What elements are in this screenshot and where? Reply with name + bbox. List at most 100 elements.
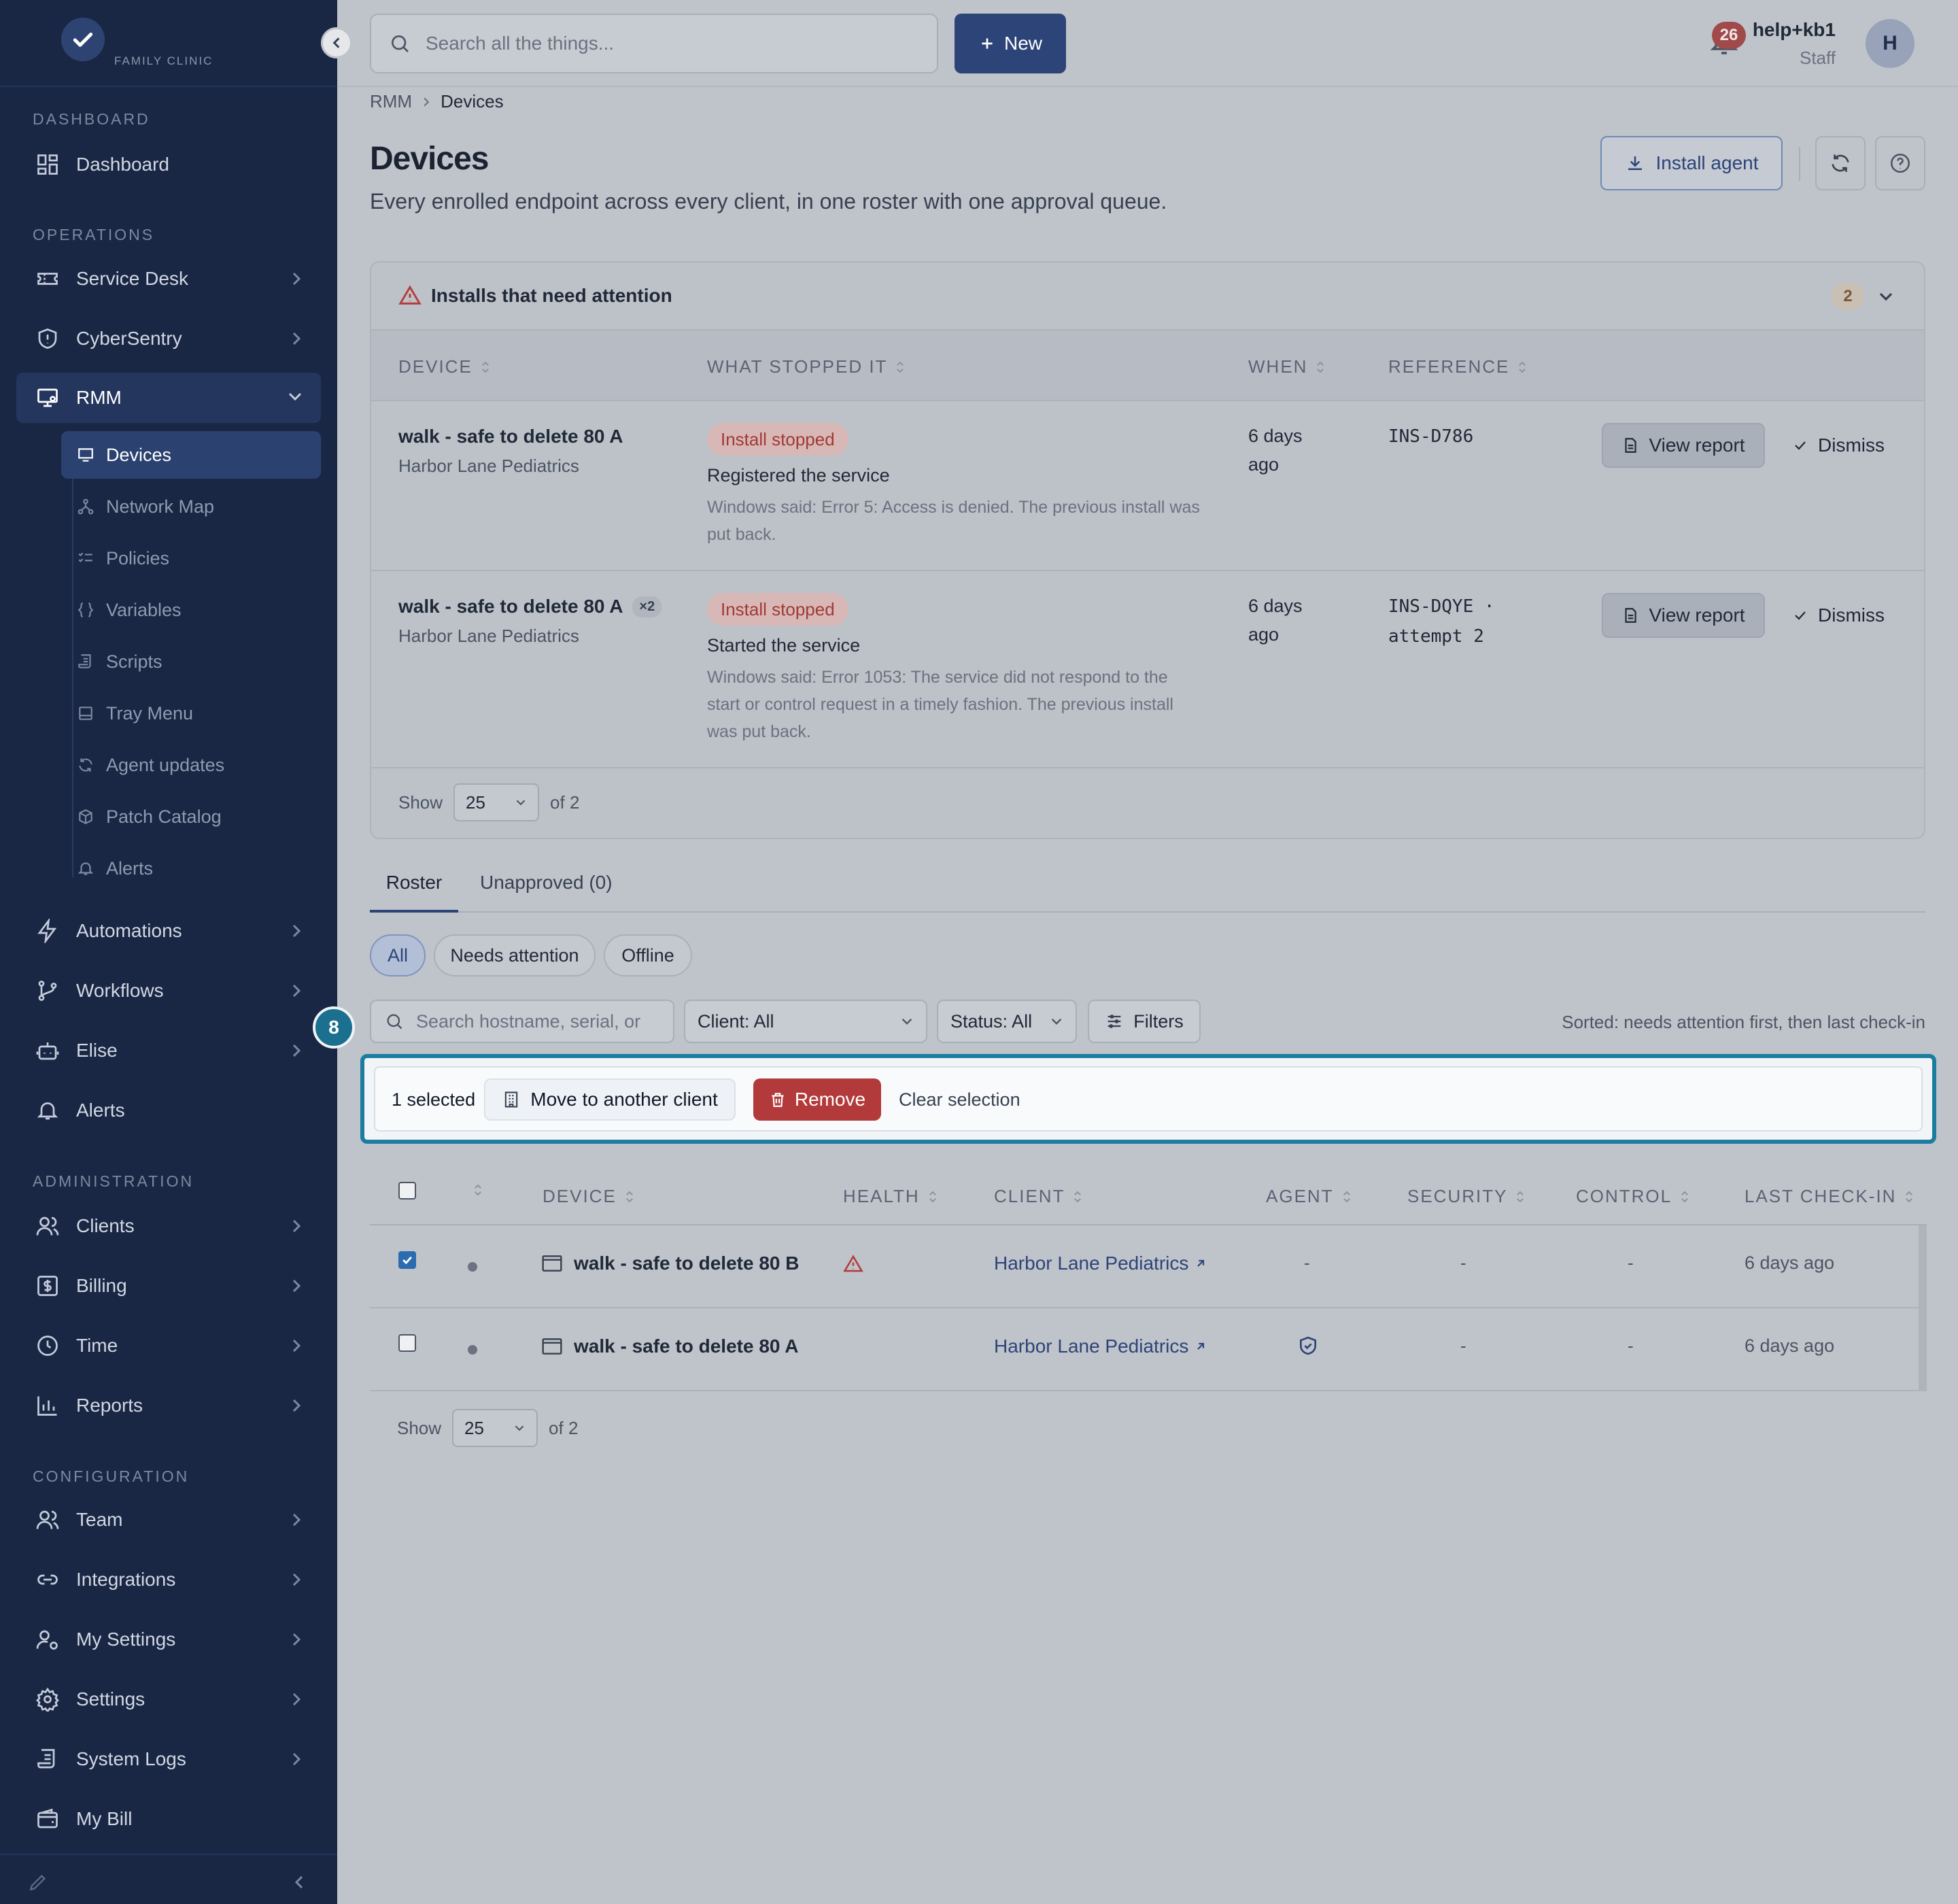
- sidebar-subitem-network-map[interactable]: Network Map: [61, 483, 321, 530]
- column-device[interactable]: DEVICE: [398, 356, 490, 377]
- view-report-button[interactable]: View report: [1602, 593, 1765, 638]
- view-report-button[interactable]: View report: [1602, 423, 1765, 468]
- sidebar-item-my-settings[interactable]: My Settings: [16, 1614, 321, 1665]
- sidebar-item-clients[interactable]: Clients: [16, 1201, 321, 1251]
- sidebar-item-workflows[interactable]: Workflows: [16, 966, 321, 1016]
- control-value: -: [1628, 1253, 1634, 1273]
- sidebar-item-settings[interactable]: Settings: [16, 1674, 321, 1724]
- security-value: -: [1460, 1336, 1466, 1356]
- sidebar-item-billing[interactable]: Billing: [16, 1261, 321, 1311]
- user-name[interactable]: help+kb1: [1753, 19, 1836, 41]
- sidebar-item-dashboard[interactable]: Dashboard: [16, 139, 321, 190]
- column-when[interactable]: WHEN: [1248, 356, 1325, 377]
- sidebar-subitem-label: Policies: [106, 547, 170, 568]
- sidebar-item-reports[interactable]: Reports: [16, 1380, 321, 1431]
- sidebar-subitem-tray-menu[interactable]: Tray Menu: [61, 690, 321, 737]
- column-label: WHEN: [1248, 356, 1308, 377]
- move-to-client-button[interactable]: Move to another client: [484, 1078, 736, 1121]
- roster-device-name[interactable]: walk - safe to delete 80 B: [541, 1253, 799, 1274]
- sidebar-item-label: Clients: [76, 1215, 135, 1236]
- sidebar-item-alerts[interactable]: Alerts: [16, 1085, 321, 1136]
- sidebar-item-service-desk[interactable]: Service Desk: [16, 254, 321, 304]
- select-all-checkbox[interactable]: [398, 1182, 416, 1200]
- column-client[interactable]: CLIENT: [994, 1186, 1082, 1207]
- filter-chip-needs-attention[interactable]: Needs attention: [434, 934, 596, 976]
- last-checkin-value: 6 days ago: [1745, 1336, 1835, 1356]
- sidebar-subitem-patch-catalog[interactable]: Patch Catalog: [61, 793, 321, 840]
- list-check-icon: [76, 549, 95, 568]
- pencil-icon[interactable]: [27, 1871, 49, 1893]
- table-row[interactable]: walk - safe to delete 80 A Harbor Lane P…: [370, 1308, 1927, 1391]
- status-filter-select[interactable]: Status: All: [937, 1000, 1077, 1043]
- sort-icon: [929, 1191, 936, 1202]
- filter-chip-offline[interactable]: Offline: [604, 934, 692, 976]
- sidebar-item-automations[interactable]: Automations: [16, 906, 321, 956]
- sidebar-subitem-devices[interactable]: Devices: [61, 431, 321, 479]
- roster-client-link[interactable]: Harbor Lane Pediatrics: [994, 1253, 1206, 1274]
- install-device-name[interactable]: walk - safe to delete 80 A ×2: [398, 596, 662, 617]
- avatar[interactable]: H: [1866, 19, 1914, 68]
- sort-icon: [897, 361, 904, 373]
- column-what-stopped[interactable]: WHAT STOPPED IT: [707, 356, 905, 377]
- row-checkbox-checked[interactable]: [398, 1251, 416, 1269]
- users-icon: [34, 1212, 61, 1240]
- page-size-select[interactable]: 25: [453, 783, 540, 821]
- sidebar-item-integrations[interactable]: Integrations: [16, 1554, 321, 1605]
- sidebar-item-elise[interactable]: Elise: [16, 1025, 321, 1076]
- remove-button[interactable]: Remove: [753, 1078, 881, 1121]
- column-device[interactable]: DEVICE: [543, 1186, 634, 1207]
- chevron-down-icon: [1051, 1018, 1062, 1025]
- sidebar-item-system-logs[interactable]: System Logs: [16, 1734, 321, 1784]
- filter-chip-all[interactable]: All: [370, 934, 426, 976]
- dismiss-button[interactable]: Dismiss: [1792, 423, 1885, 468]
- new-button[interactable]: New: [955, 14, 1066, 73]
- sidebar-item-label: Workflows: [76, 980, 164, 1001]
- sidebar-subitem-scripts[interactable]: Scripts: [61, 638, 321, 685]
- filters-button[interactable]: Filters: [1088, 1000, 1201, 1043]
- roster-device-name[interactable]: walk - safe to delete 80 A: [541, 1336, 798, 1357]
- dismiss-button[interactable]: Dismiss: [1792, 593, 1885, 638]
- help-button[interactable]: [1875, 136, 1925, 190]
- page-size-select[interactable]: 25: [452, 1409, 538, 1447]
- device-search-input[interactable]: Search hostname, serial, or: [370, 1000, 674, 1043]
- column-health[interactable]: HEALTH: [843, 1186, 938, 1207]
- collapse-sidebar-icon[interactable]: [291, 1874, 307, 1890]
- collapse-toggle-button[interactable]: [321, 27, 352, 58]
- column-last-checkin[interactable]: LAST CHECK-IN: [1745, 1186, 1914, 1207]
- chevron-down-icon[interactable]: [1878, 290, 1894, 303]
- install-device-name[interactable]: walk - safe to delete 80 A: [398, 426, 623, 447]
- table-row[interactable]: walk - safe to delete 80 B Harbor Lane P…: [370, 1225, 1927, 1308]
- sidebar-item-team[interactable]: Team: [16, 1495, 321, 1545]
- sidebar-subitem-policies[interactable]: Policies: [61, 534, 321, 582]
- breadcrumb-rmm[interactable]: RMM: [370, 91, 412, 112]
- sidebar-item-label: Team: [76, 1509, 123, 1530]
- sidebar-subitem-agent-updates[interactable]: Agent updates: [61, 741, 321, 789]
- column-agent[interactable]: AGENT: [1266, 1186, 1352, 1207]
- panel-header[interactable]: Installs that need attention 2: [371, 262, 1924, 329]
- sidebar-item-cybersentry[interactable]: CyberSentry: [16, 313, 321, 364]
- notification-count-badge[interactable]: 26: [1712, 22, 1746, 49]
- sidebar-item-label: Settings: [76, 1688, 145, 1710]
- logo-check-icon[interactable]: [61, 18, 105, 61]
- sidebar-subitem-variables[interactable]: Variables: [61, 586, 321, 634]
- column-security[interactable]: SECURITY: [1407, 1186, 1525, 1207]
- sidebar-item-my-bill[interactable]: My Bill: [16, 1794, 321, 1844]
- install-agent-button[interactable]: Install agent: [1600, 136, 1783, 190]
- clear-selection-button[interactable]: Clear selection: [899, 1089, 1020, 1110]
- global-search-input[interactable]: Search all the things...: [370, 14, 938, 73]
- row-checkbox[interactable]: [398, 1334, 416, 1352]
- roster-client-link[interactable]: Harbor Lane Pediatrics: [994, 1336, 1206, 1357]
- sidebar-item-rmm[interactable]: RMM: [16, 373, 321, 423]
- section-administration: ADMINISTRATION: [33, 1172, 194, 1190]
- column-label: HEALTH: [843, 1186, 920, 1206]
- column-control[interactable]: CONTROL: [1576, 1186, 1689, 1207]
- sidebar-item-time[interactable]: Time: [16, 1321, 321, 1371]
- sort-icon[interactable]: [473, 1182, 483, 1198]
- section-configuration: CONFIGURATION: [33, 1467, 190, 1485]
- sidebar-subitem-alerts[interactable]: Alerts: [61, 845, 321, 892]
- refresh-button[interactable]: [1815, 136, 1866, 190]
- tab-roster[interactable]: Roster: [370, 872, 458, 913]
- client-filter-select[interactable]: Client: All: [684, 1000, 927, 1043]
- tab-unapproved[interactable]: Unapproved (0): [480, 872, 613, 913]
- column-reference[interactable]: REFERENCE: [1388, 356, 1527, 377]
